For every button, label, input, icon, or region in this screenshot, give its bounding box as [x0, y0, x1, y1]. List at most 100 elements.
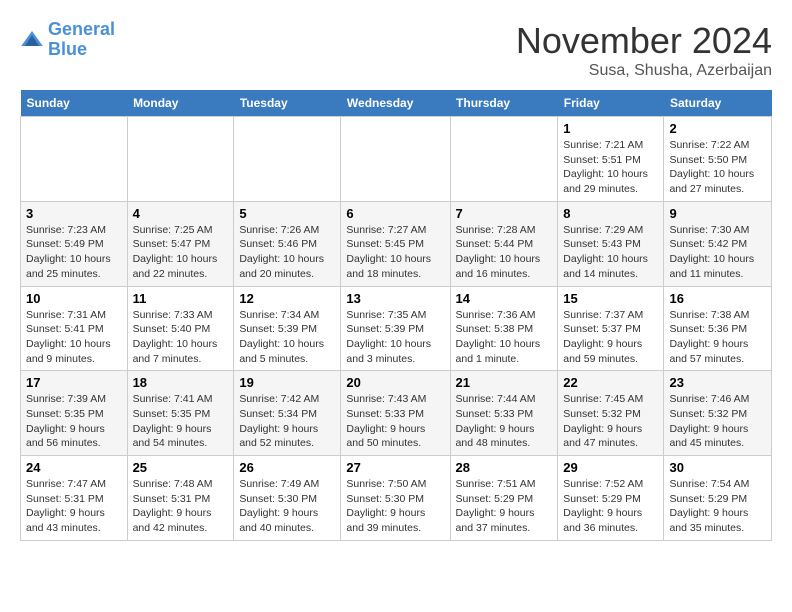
day-info: Sunrise: 7:51 AM Sunset: 5:29 PM Dayligh…	[456, 477, 553, 536]
calendar-cell	[234, 117, 341, 202]
calendar-cell: 15 Sunrise: 7:37 AM Sunset: 5:37 PM Dayli…	[558, 286, 664, 371]
weekday-header-friday: Friday	[558, 90, 664, 117]
day-info: Sunrise: 7:35 AM Sunset: 5:39 PM Dayligh…	[346, 308, 444, 367]
day-info: Sunrise: 7:44 AM Sunset: 5:33 PM Dayligh…	[456, 392, 553, 451]
weekday-header-monday: Monday	[127, 90, 234, 117]
calendar-cell: 2 Sunrise: 7:22 AM Sunset: 5:50 PM Daylig…	[664, 117, 772, 202]
calendar-cell: 7 Sunrise: 7:28 AM Sunset: 5:44 PM Daylig…	[450, 201, 558, 286]
calendar-cell: 5Sunrise: 7:26 AM Sunset: 5:46 PM Daylig…	[234, 201, 341, 286]
day-number: 17	[26, 375, 122, 390]
day-number: 21	[456, 375, 553, 390]
location-subtitle: Susa, Shusha, Azerbaijan	[516, 62, 772, 80]
day-number: 23	[669, 375, 766, 390]
calendar-week-row: 1 Sunrise: 7:21 AM Sunset: 5:51 PM Daylig…	[21, 117, 772, 202]
day-info: Sunrise: 7:41 AM Sunset: 5:35 PM Dayligh…	[133, 392, 229, 451]
day-number: 8	[563, 206, 658, 221]
calendar-cell	[450, 117, 558, 202]
weekday-header-sunday: Sunday	[21, 90, 128, 117]
calendar-cell: 17Sunrise: 7:39 AM Sunset: 5:35 PM Dayli…	[21, 371, 128, 456]
calendar-cell: 8 Sunrise: 7:29 AM Sunset: 5:43 PM Daylig…	[558, 201, 664, 286]
day-info: Sunrise: 7:47 AM Sunset: 5:31 PM Dayligh…	[26, 477, 122, 536]
day-number: 30	[669, 460, 766, 475]
day-number: 22	[563, 375, 658, 390]
day-info: Sunrise: 7:34 AM Sunset: 5:39 PM Dayligh…	[239, 308, 335, 367]
calendar-cell: 4 Sunrise: 7:25 AM Sunset: 5:47 PM Daylig…	[127, 201, 234, 286]
logo-text: General Blue	[48, 20, 115, 60]
logo: General Blue	[20, 20, 115, 60]
calendar-cell: 24 Sunrise: 7:47 AM Sunset: 5:31 PM Dayli…	[21, 456, 128, 541]
calendar-week-row: 17Sunrise: 7:39 AM Sunset: 5:35 PM Dayli…	[21, 371, 772, 456]
weekday-header-row: SundayMondayTuesdayWednesdayThursdayFrid…	[21, 90, 772, 117]
weekday-header-wednesday: Wednesday	[341, 90, 450, 117]
day-number: 4	[133, 206, 229, 221]
calendar-cell	[341, 117, 450, 202]
calendar-cell: 1 Sunrise: 7:21 AM Sunset: 5:51 PM Daylig…	[558, 117, 664, 202]
calendar-cell: 11Sunrise: 7:33 AM Sunset: 5:40 PM Dayli…	[127, 286, 234, 371]
calendar-cell: 23 Sunrise: 7:46 AM Sunset: 5:32 PM Dayli…	[664, 371, 772, 456]
day-info: Sunrise: 7:25 AM Sunset: 5:47 PM Dayligh…	[133, 223, 229, 282]
day-info: Sunrise: 7:46 AM Sunset: 5:32 PM Dayligh…	[669, 392, 766, 451]
calendar-cell: 21 Sunrise: 7:44 AM Sunset: 5:33 PM Dayli…	[450, 371, 558, 456]
day-number: 9	[669, 206, 766, 221]
calendar-cell: 6 Sunrise: 7:27 AM Sunset: 5:45 PM Daylig…	[341, 201, 450, 286]
calendar-cell: 9 Sunrise: 7:30 AM Sunset: 5:42 PM Daylig…	[664, 201, 772, 286]
calendar-cell: 29 Sunrise: 7:52 AM Sunset: 5:29 PM Dayli…	[558, 456, 664, 541]
calendar-cell: 22 Sunrise: 7:45 AM Sunset: 5:32 PM Dayli…	[558, 371, 664, 456]
day-info: Sunrise: 7:30 AM Sunset: 5:42 PM Dayligh…	[669, 223, 766, 282]
calendar-cell: 12 Sunrise: 7:34 AM Sunset: 5:39 PM Dayli…	[234, 286, 341, 371]
day-info: Sunrise: 7:33 AM Sunset: 5:40 PM Dayligh…	[133, 308, 229, 367]
day-info: Sunrise: 7:48 AM Sunset: 5:31 PM Dayligh…	[133, 477, 229, 536]
day-number: 24	[26, 460, 122, 475]
calendar-cell: 16Sunrise: 7:38 AM Sunset: 5:36 PM Dayli…	[664, 286, 772, 371]
day-info: Sunrise: 7:45 AM Sunset: 5:32 PM Dayligh…	[563, 392, 658, 451]
day-number: 5	[239, 206, 335, 221]
calendar-cell: 28 Sunrise: 7:51 AM Sunset: 5:29 PM Dayli…	[450, 456, 558, 541]
day-info: Sunrise: 7:27 AM Sunset: 5:45 PM Dayligh…	[346, 223, 444, 282]
day-number: 15	[563, 291, 658, 306]
day-number: 20	[346, 375, 444, 390]
day-number: 1	[563, 121, 658, 136]
calendar-cell	[21, 117, 128, 202]
month-title: November 2024	[516, 20, 772, 62]
calendar-cell: 19 Sunrise: 7:42 AM Sunset: 5:34 PM Dayli…	[234, 371, 341, 456]
day-info: Sunrise: 7:43 AM Sunset: 5:33 PM Dayligh…	[346, 392, 444, 451]
day-number: 12	[239, 291, 335, 306]
day-number: 27	[346, 460, 444, 475]
day-number: 3	[26, 206, 122, 221]
calendar-cell: 20 Sunrise: 7:43 AM Sunset: 5:33 PM Dayli…	[341, 371, 450, 456]
day-info: Sunrise: 7:38 AM Sunset: 5:36 PM Dayligh…	[669, 308, 766, 367]
calendar-cell: 26 Sunrise: 7:49 AM Sunset: 5:30 PM Dayli…	[234, 456, 341, 541]
calendar-cell: 13 Sunrise: 7:35 AM Sunset: 5:39 PM Dayli…	[341, 286, 450, 371]
day-number: 18	[133, 375, 229, 390]
day-info: Sunrise: 7:49 AM Sunset: 5:30 PM Dayligh…	[239, 477, 335, 536]
day-info: Sunrise: 7:22 AM Sunset: 5:50 PM Dayligh…	[669, 138, 766, 197]
logo-icon	[20, 28, 44, 52]
day-info: Sunrise: 7:42 AM Sunset: 5:34 PM Dayligh…	[239, 392, 335, 451]
day-number: 26	[239, 460, 335, 475]
page-header: General Blue November 2024 Susa, Shusha,…	[20, 20, 772, 80]
day-info: Sunrise: 7:28 AM Sunset: 5:44 PM Dayligh…	[456, 223, 553, 282]
weekday-header-saturday: Saturday	[664, 90, 772, 117]
day-number: 19	[239, 375, 335, 390]
weekday-header-thursday: Thursday	[450, 90, 558, 117]
day-info: Sunrise: 7:29 AM Sunset: 5:43 PM Dayligh…	[563, 223, 658, 282]
title-block: November 2024 Susa, Shusha, Azerbaijan	[516, 20, 772, 80]
day-info: Sunrise: 7:36 AM Sunset: 5:38 PM Dayligh…	[456, 308, 553, 367]
day-number: 13	[346, 291, 444, 306]
day-info: Sunrise: 7:37 AM Sunset: 5:37 PM Dayligh…	[563, 308, 658, 367]
calendar-cell: 10Sunrise: 7:31 AM Sunset: 5:41 PM Dayli…	[21, 286, 128, 371]
day-number: 6	[346, 206, 444, 221]
calendar-cell	[127, 117, 234, 202]
day-info: Sunrise: 7:52 AM Sunset: 5:29 PM Dayligh…	[563, 477, 658, 536]
calendar-week-row: 24 Sunrise: 7:47 AM Sunset: 5:31 PM Dayli…	[21, 456, 772, 541]
day-number: 28	[456, 460, 553, 475]
day-number: 29	[563, 460, 658, 475]
day-number: 25	[133, 460, 229, 475]
day-info: Sunrise: 7:50 AM Sunset: 5:30 PM Dayligh…	[346, 477, 444, 536]
day-info: Sunrise: 7:21 AM Sunset: 5:51 PM Dayligh…	[563, 138, 658, 197]
day-number: 7	[456, 206, 553, 221]
day-number: 2	[669, 121, 766, 136]
calendar-cell: 25 Sunrise: 7:48 AM Sunset: 5:31 PM Dayli…	[127, 456, 234, 541]
day-info: Sunrise: 7:54 AM Sunset: 5:29 PM Dayligh…	[669, 477, 766, 536]
calendar-cell: 27 Sunrise: 7:50 AM Sunset: 5:30 PM Dayli…	[341, 456, 450, 541]
